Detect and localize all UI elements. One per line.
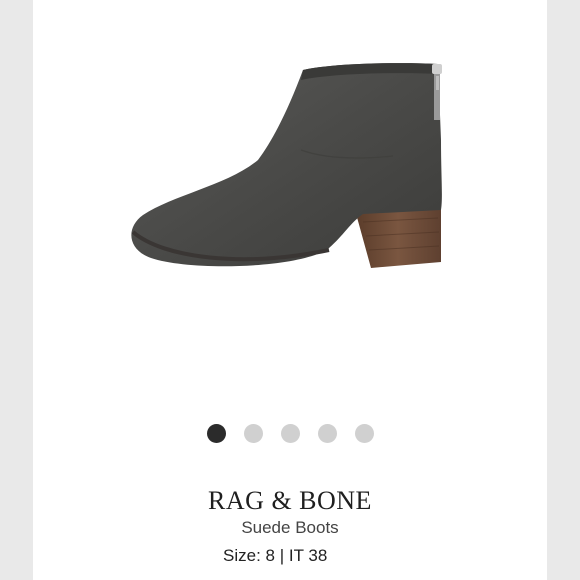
carousel-dot-5[interactable]: [354, 424, 374, 443]
product-image[interactable]: [33, 0, 547, 400]
boot-heel: [355, 206, 441, 268]
size-value: 8 | IT 38: [265, 546, 328, 565]
product-name: Suede Boots: [241, 518, 339, 537]
brand-name[interactable]: RAG & BONE: [33, 486, 547, 516]
size-info: Size: 8 | IT 38: [223, 546, 327, 566]
carousel-dot-2[interactable]: [243, 424, 263, 443]
size-label: Size:: [223, 546, 261, 565]
ankle-boot-icon: [131, 63, 442, 268]
carousel-dot-4[interactable]: [317, 424, 337, 443]
image-carousel-dots: [33, 424, 547, 444]
carousel-dot-1[interactable]: [206, 424, 226, 443]
product-card: RAG & BONE Suede Boots Size: 8 | IT 38: [33, 0, 547, 580]
carousel-dot-3[interactable]: [280, 424, 300, 443]
